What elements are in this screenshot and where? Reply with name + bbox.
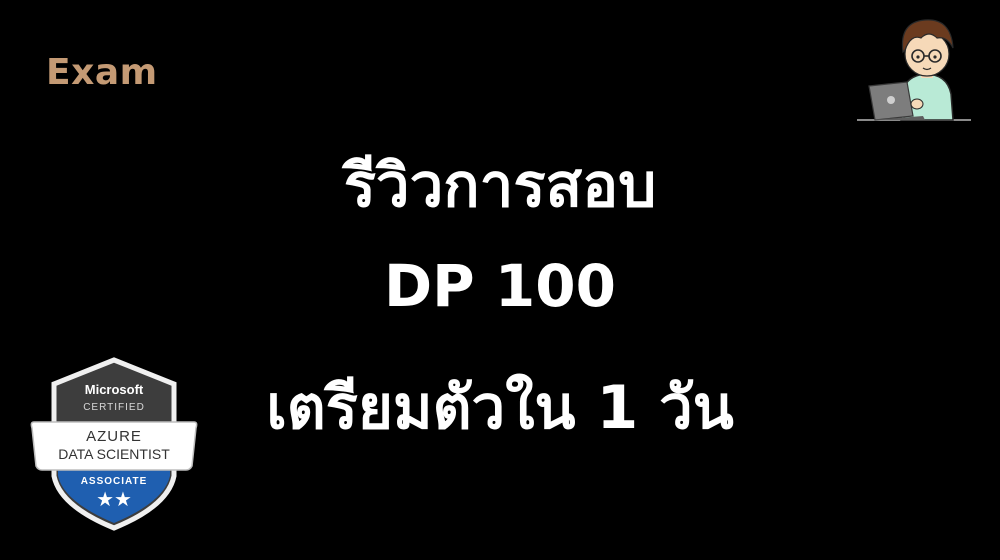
badge-level: ASSOCIATE — [81, 476, 148, 487]
badge-stars-icon: ★★ — [96, 489, 132, 511]
cartoon-person-with-laptop-icon — [857, 19, 971, 121]
badge-brand: Microsoft — [85, 382, 144, 397]
headline-line-1: รีวิวการสอบ — [343, 151, 657, 221]
azure-certification-badge: Microsoft CERTIFIED AZURE DATA SCIENTIST… — [30, 357, 198, 531]
badge-certified: CERTIFIED — [83, 402, 145, 413]
badge-title-line-1: AZURE — [86, 428, 142, 445]
badge-title-line-2: DATA SCIENTIST — [58, 446, 170, 462]
category-label: Exam — [46, 52, 158, 93]
headline-line-2: DP 100 — [384, 252, 616, 320]
